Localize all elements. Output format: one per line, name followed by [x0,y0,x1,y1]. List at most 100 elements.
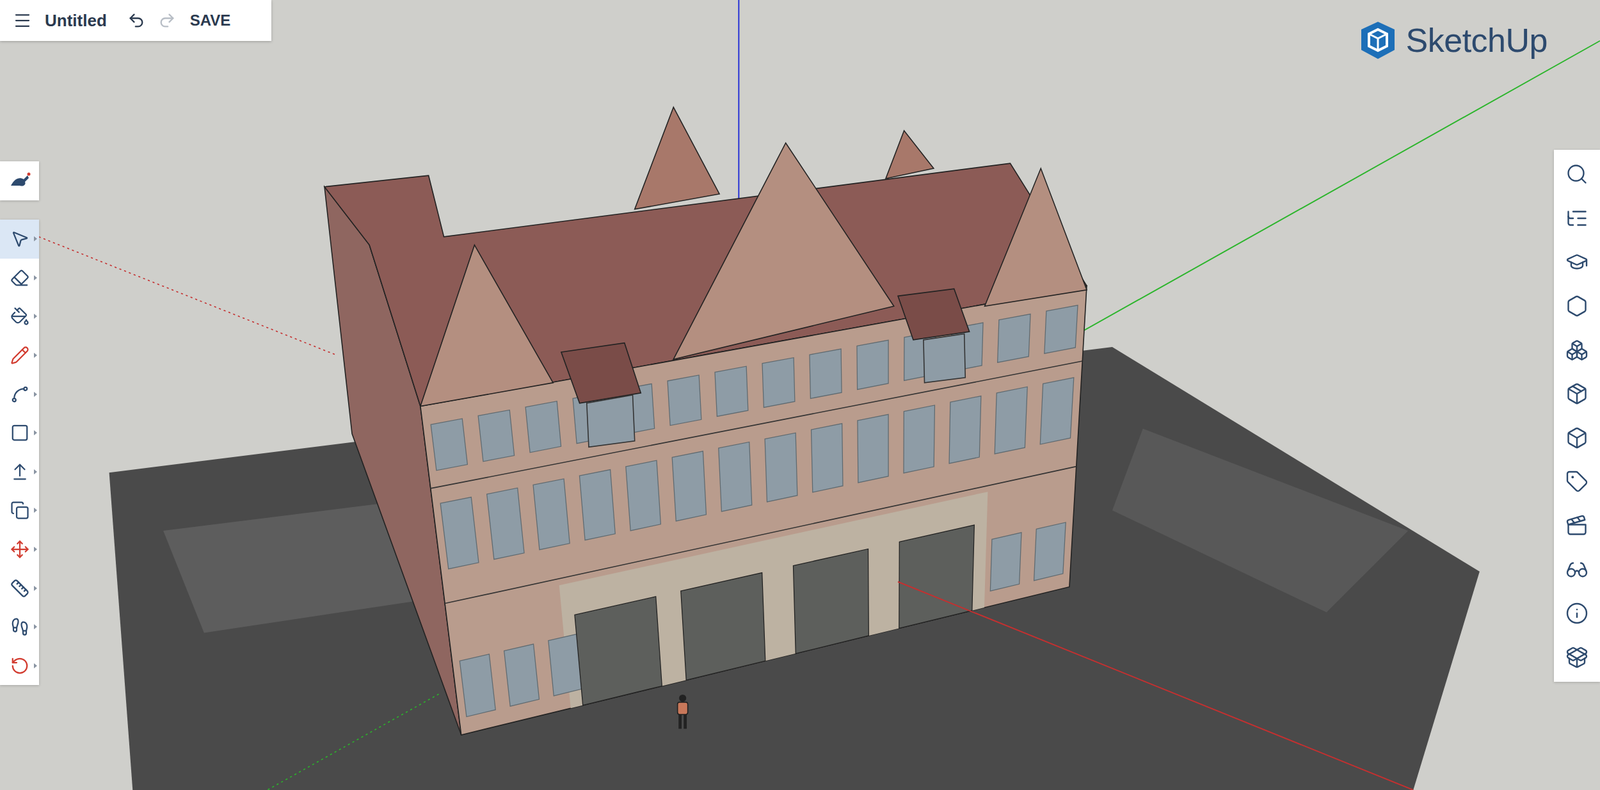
flyout-mark [33,663,38,669]
gable [673,142,894,360]
green-axis [1081,40,1600,332]
pencil-icon [10,345,30,365]
top-tool-group [0,161,40,201]
flyout-mark [33,469,38,475]
tags-icon [1565,469,1589,493]
blue-axis [737,0,740,200]
flyout-mark [33,313,38,319]
back-gable [885,130,934,179]
panel-button[interactable] [1553,591,1600,636]
paint-bucket-icon [10,306,30,326]
search-tools-icon [8,168,32,192]
flyout-mark [33,275,38,281]
red-axis [897,581,1414,790]
sketchup-app: Untitled SAVE SketchUp [0,0,1600,790]
tool-button[interactable] [0,413,40,453]
flyout-mark [33,236,38,242]
tool-button[interactable] [0,336,40,376]
flyout-mark [33,352,38,358]
info-icon [1565,601,1589,625]
window [1044,305,1078,354]
tool-button[interactable] [0,490,40,530]
logo-text: SketchUp [1406,21,1548,60]
building[interactable] [324,106,1087,735]
viewport[interactable] [0,0,1600,790]
search-icon [1565,162,1589,186]
tool-button[interactable] [0,529,40,569]
window [667,375,702,426]
window [764,432,798,502]
panel-button[interactable] [1553,196,1600,241]
window [811,423,843,493]
push-pull-icon [10,462,30,482]
document-title[interactable]: Untitled [44,10,107,31]
panel-button[interactable] [1553,327,1600,372]
window [856,339,889,390]
flyout-mark [33,585,38,591]
dormer-window [586,394,635,447]
redo-button[interactable] [158,11,176,30]
arch [899,524,975,628]
window [990,532,1022,591]
tool-button[interactable] [0,646,40,686]
green-axis-dotted [267,693,440,790]
move-icon [10,539,30,559]
top-bar: Untitled SAVE [0,0,272,41]
panel-button[interactable] [1553,459,1600,504]
window [504,643,540,706]
window [533,478,570,550]
window [949,396,982,464]
tool-button[interactable] [0,374,40,414]
window [440,497,479,569]
window [809,348,842,399]
eraser-icon [10,268,30,288]
walk-icon [10,616,30,637]
tool-button[interactable] [0,161,40,201]
panel-button[interactable] [1553,416,1600,461]
flyout-mark [33,507,38,513]
window [487,487,525,559]
tool-button[interactable] [0,452,40,492]
warehouse-icon [1565,645,1589,669]
panel-button[interactable] [1553,152,1600,197]
logo: SketchUp [1358,20,1548,61]
components-icon [1565,338,1589,362]
orbit-icon [10,656,30,676]
save-button[interactable]: SAVE [188,8,233,32]
tool-button[interactable] [0,607,40,647]
left-toolbar [0,219,40,685]
arc-icon [10,384,30,404]
window [994,386,1028,454]
panel-button[interactable] [1553,547,1600,592]
person-figure[interactable] [677,694,688,729]
tool-button[interactable] [0,296,40,336]
tool-button[interactable] [0,219,40,259]
tool-button[interactable] [0,568,40,608]
window [459,654,496,717]
window [762,357,795,408]
flyout-mark [33,546,38,552]
select-icon [10,229,30,249]
rectangle-icon [10,423,30,443]
panel-button[interactable] [1553,284,1600,329]
gable [984,168,1087,306]
offset-icon [10,500,30,520]
menu-button[interactable] [12,10,32,31]
window [997,314,1031,363]
window [625,460,662,531]
panel-button[interactable] [1553,635,1600,680]
window [718,441,752,511]
outliner-icon [1565,206,1589,230]
panel-button[interactable] [1553,240,1600,285]
materials-icon [1565,382,1589,406]
gable [420,245,553,407]
tool-button[interactable] [0,258,40,298]
panel-button[interactable] [1553,503,1600,548]
window [1040,377,1074,445]
arch [680,572,766,681]
window [478,409,514,461]
undo-button[interactable] [127,11,146,30]
panel-button[interactable] [1553,371,1600,416]
window [714,366,749,416]
instructor-icon [1565,250,1589,274]
